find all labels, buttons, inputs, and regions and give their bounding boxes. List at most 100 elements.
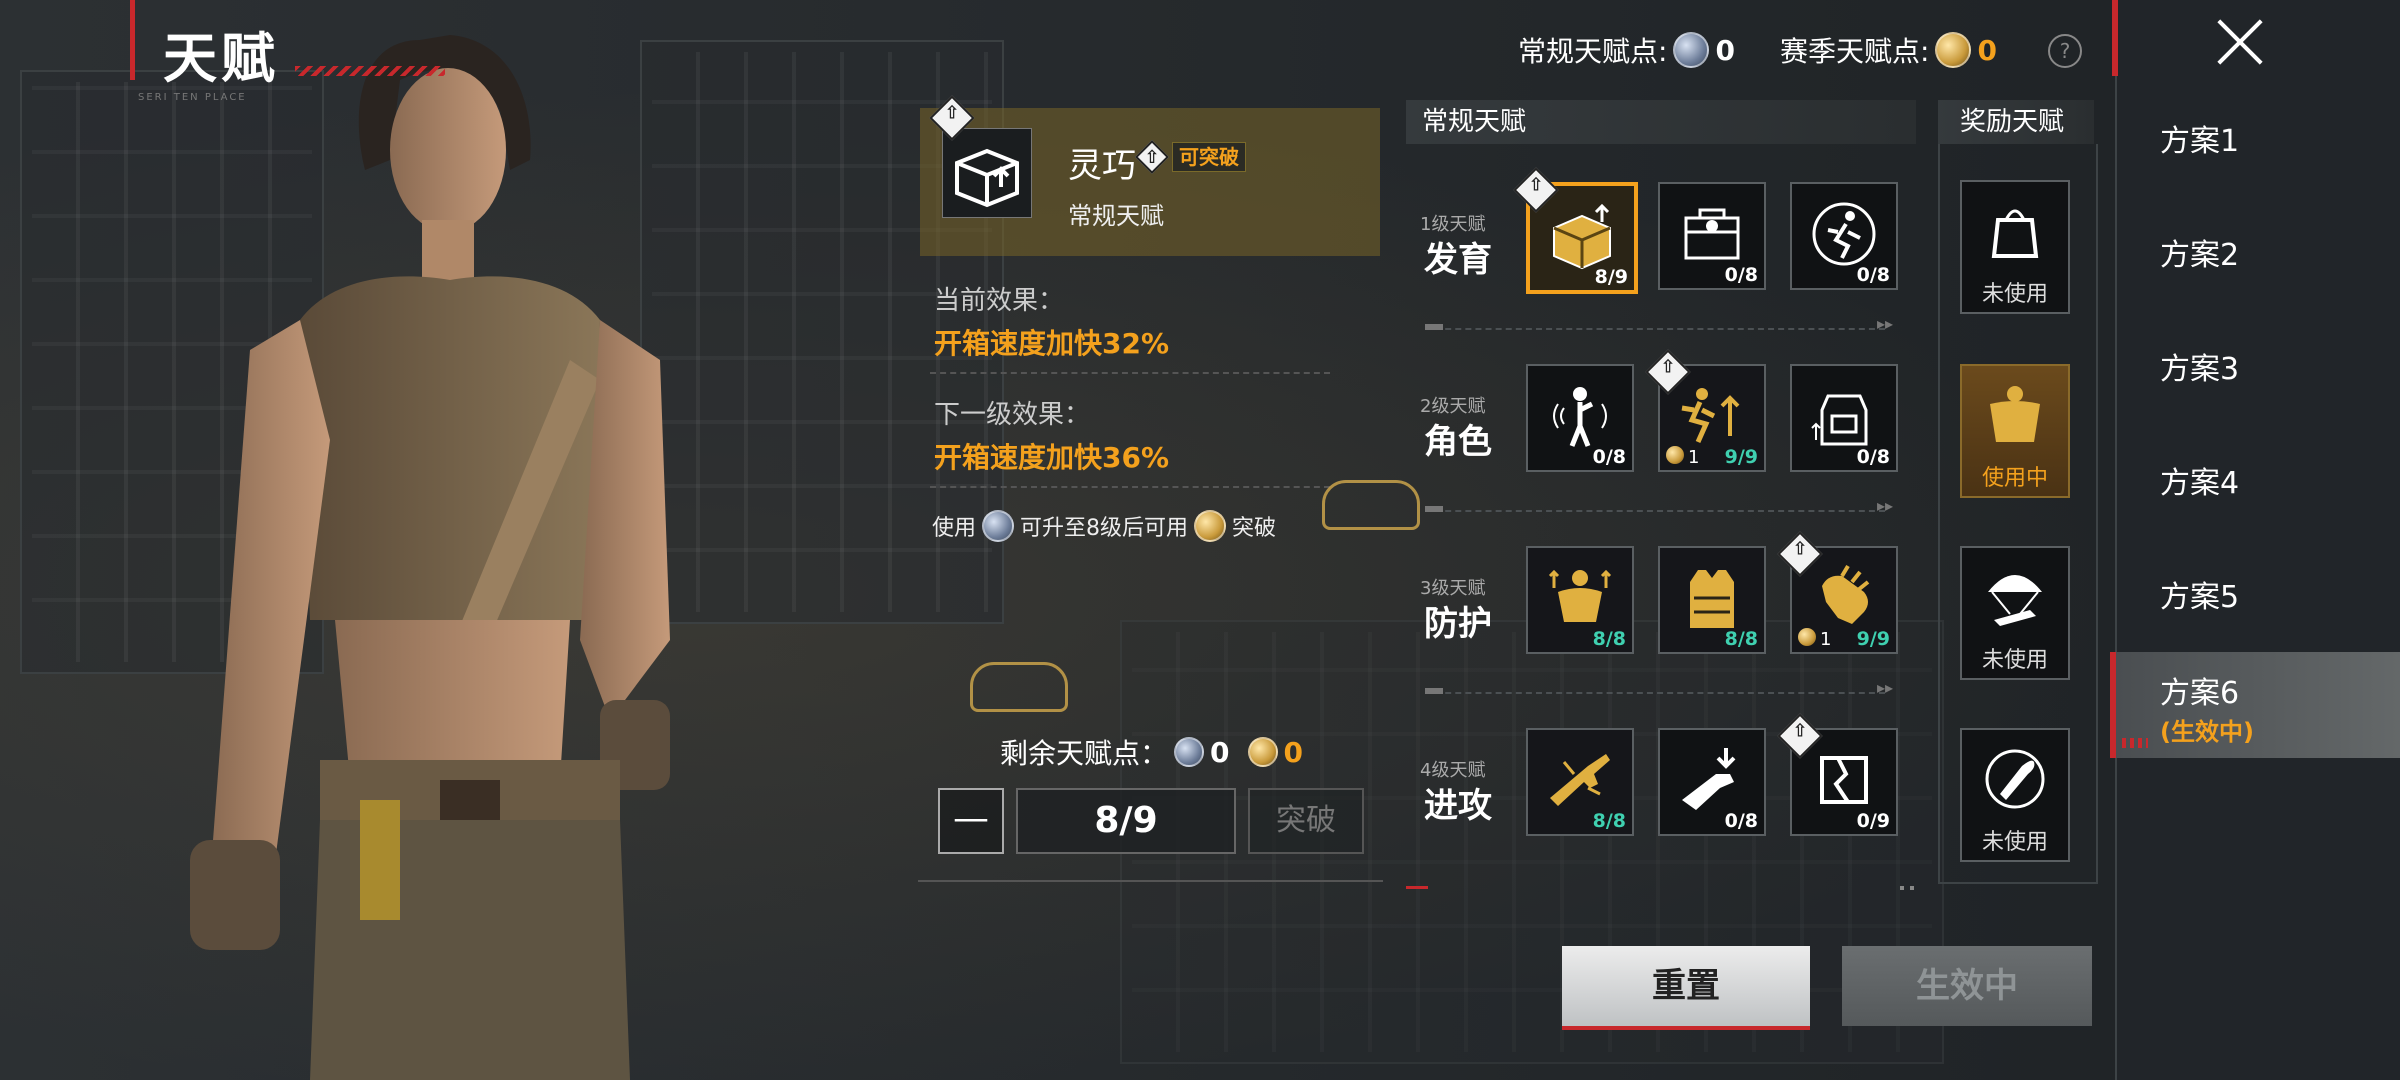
silver-coin-icon [1673,32,1710,68]
tier-3-name: 防护 [1424,604,1492,644]
plan-label: 方案1 [2160,124,2240,159]
season-points-label: 赛季天赋点: [1780,35,1930,68]
muscle-icon [1990,386,2040,442]
silver-coin-icon [982,510,1015,542]
title-subtext: SERI TEN PLACE [138,92,247,103]
help-icon[interactable]: ? [2048,34,2082,68]
tier-divider [1425,496,1893,516]
talent-detail-card: 灵巧 可突破 常规天赋 [920,95,1380,256]
regular-points: 常规天赋点: 0 [1518,30,1735,70]
plan-tab-2[interactable]: 方案2 [2160,230,2400,310]
talent-slot-sound[interactable]: 0/8 [1526,364,1634,472]
gold-coin-icon [1247,737,1278,767]
bonus-status: 未使用 [1981,282,2048,307]
plan-tab-3[interactable]: 方案3 [2160,344,2400,424]
plan-tab-1[interactable]: 方案1 [2160,116,2400,196]
supply-crate-icon [1684,208,1740,260]
scroll-indicator [1900,886,1920,890]
regular-points-count: 0 [1715,33,1735,67]
breakable-tag: 可突破 [1135,140,1246,174]
upgrade-icon [1135,140,1169,174]
tier-divider [1425,314,1893,334]
lootbox-icon [1553,203,1611,270]
bonus-status: 使用中 [1981,466,2048,491]
talent-slot-rifle[interactable]: 8/8 [1526,728,1634,836]
talent-slot-strength[interactable]: 8/8 [1526,546,1634,654]
plan-label: 方案4 [2160,466,2240,501]
bonus-slot-3[interactable]: 未使用 [1960,546,2070,680]
talent-slot-vest[interactable]: 8/8 [1658,546,1766,654]
bottom-marker [1406,886,1428,889]
slot-coin-count: 1 [1688,447,1700,468]
cloud-icon [1322,480,1420,530]
plan-label: 方案2 [2160,238,2240,273]
tier-divider [1425,678,1893,698]
plan-label: 方案3 [2160,352,2240,387]
vest-icon [1690,570,1734,628]
sprinter-icon [1812,202,1876,266]
remaining-points: 剩余天赋点： 0 0 [1000,732,1303,772]
slot-progress: 0/8 [1856,264,1890,286]
bonus-slot-2[interactable]: 使用中 [1960,364,2070,498]
breakable-tag-label: 可突破 [1172,142,1246,172]
airdrop-bag-icon [1991,209,2039,258]
tier-4-name: 进攻 [1424,786,1492,826]
rifle-icon [1550,754,1610,806]
divider [930,486,1330,488]
bonus-status: 未使用 [1981,648,2048,673]
usage-post: 突破 [1232,516,1277,541]
gold-coin-icon [1798,628,1816,646]
break-button[interactable]: 突破 [1248,788,1364,854]
reset-button[interactable]: 重置 [1562,946,1810,1030]
close-icon[interactable] [2210,14,2266,70]
talent-type: 常规天赋 [1068,202,1164,230]
break-requirement: 使用 可升至8级后可用 突破 [932,510,1276,542]
talent-slot-supply-crate[interactable]: 0/8 [1658,182,1766,290]
remaining-season: 0 [1283,735,1303,769]
gold-coin-icon [1935,32,1972,68]
page-title: 天赋 [163,27,279,90]
regular-points-label: 常规天赋点: [1518,35,1668,68]
regular-talent-header: 常规天赋 [1406,100,1916,144]
slot-progress: 0/9 [1856,810,1890,832]
slot-progress: 0/8 [1592,446,1626,468]
gold-coin-icon [1666,446,1684,464]
plan-tab-5[interactable]: 方案5 [2160,572,2400,652]
next-effect-label: 下一级效果： [934,400,1091,430]
remaining-regular: 0 [1210,735,1230,769]
active-button[interactable]: 生效中 [1842,946,2092,1026]
usage-mid: 可升至8级后可用 [1020,516,1189,541]
title-bar: 天赋 [130,0,445,90]
backpack-icon [1811,394,1868,446]
bullet-icon [1985,749,2045,809]
slot-progress: 0/8 [1856,446,1890,468]
gold-coin-icon [1194,510,1227,542]
plan-panel-accent [2112,0,2118,76]
bonus-slot-1[interactable]: 未使用 [1960,180,2070,314]
slot-progress: 0/8 [1724,810,1758,832]
plan-tab-6[interactable]: 方案6 (生效中) [2110,652,2400,758]
slot-progress: 8/8 [1592,810,1626,832]
strength-icon [1548,569,1612,622]
season-points-count: 0 [1977,33,1997,67]
talent-slot-backpack[interactable]: 0/8 [1790,364,1898,472]
cloud-icon [970,662,1068,712]
usage-pre: 使用 [932,516,977,541]
plan-label: 方案5 [2160,580,2240,615]
current-effect-value: 开箱速度加快32% [934,327,1170,360]
divider [930,372,1330,374]
plan-label: 方案6 [2160,676,2240,711]
decrease-button[interactable]: — [938,788,1004,854]
title-stripe [295,66,445,76]
running-boost-icon [1681,388,1740,444]
plan-active-marker [2122,738,2148,748]
talent-slot-weapon[interactable]: 0/8 [1658,728,1766,836]
slot-coin-count: 1 [1820,629,1832,650]
glove-icon [1822,564,1870,624]
bonus-slot-4[interactable]: 未使用 [1960,728,2070,862]
plan-tab-4[interactable]: 方案4 [2160,458,2400,538]
slot-progress: 9/9 [1724,446,1758,468]
talent-slot-sprinter[interactable]: 0/8 [1790,182,1898,290]
lootbox-icon [942,128,1032,218]
current-effect-label: 当前效果： [934,286,1065,316]
